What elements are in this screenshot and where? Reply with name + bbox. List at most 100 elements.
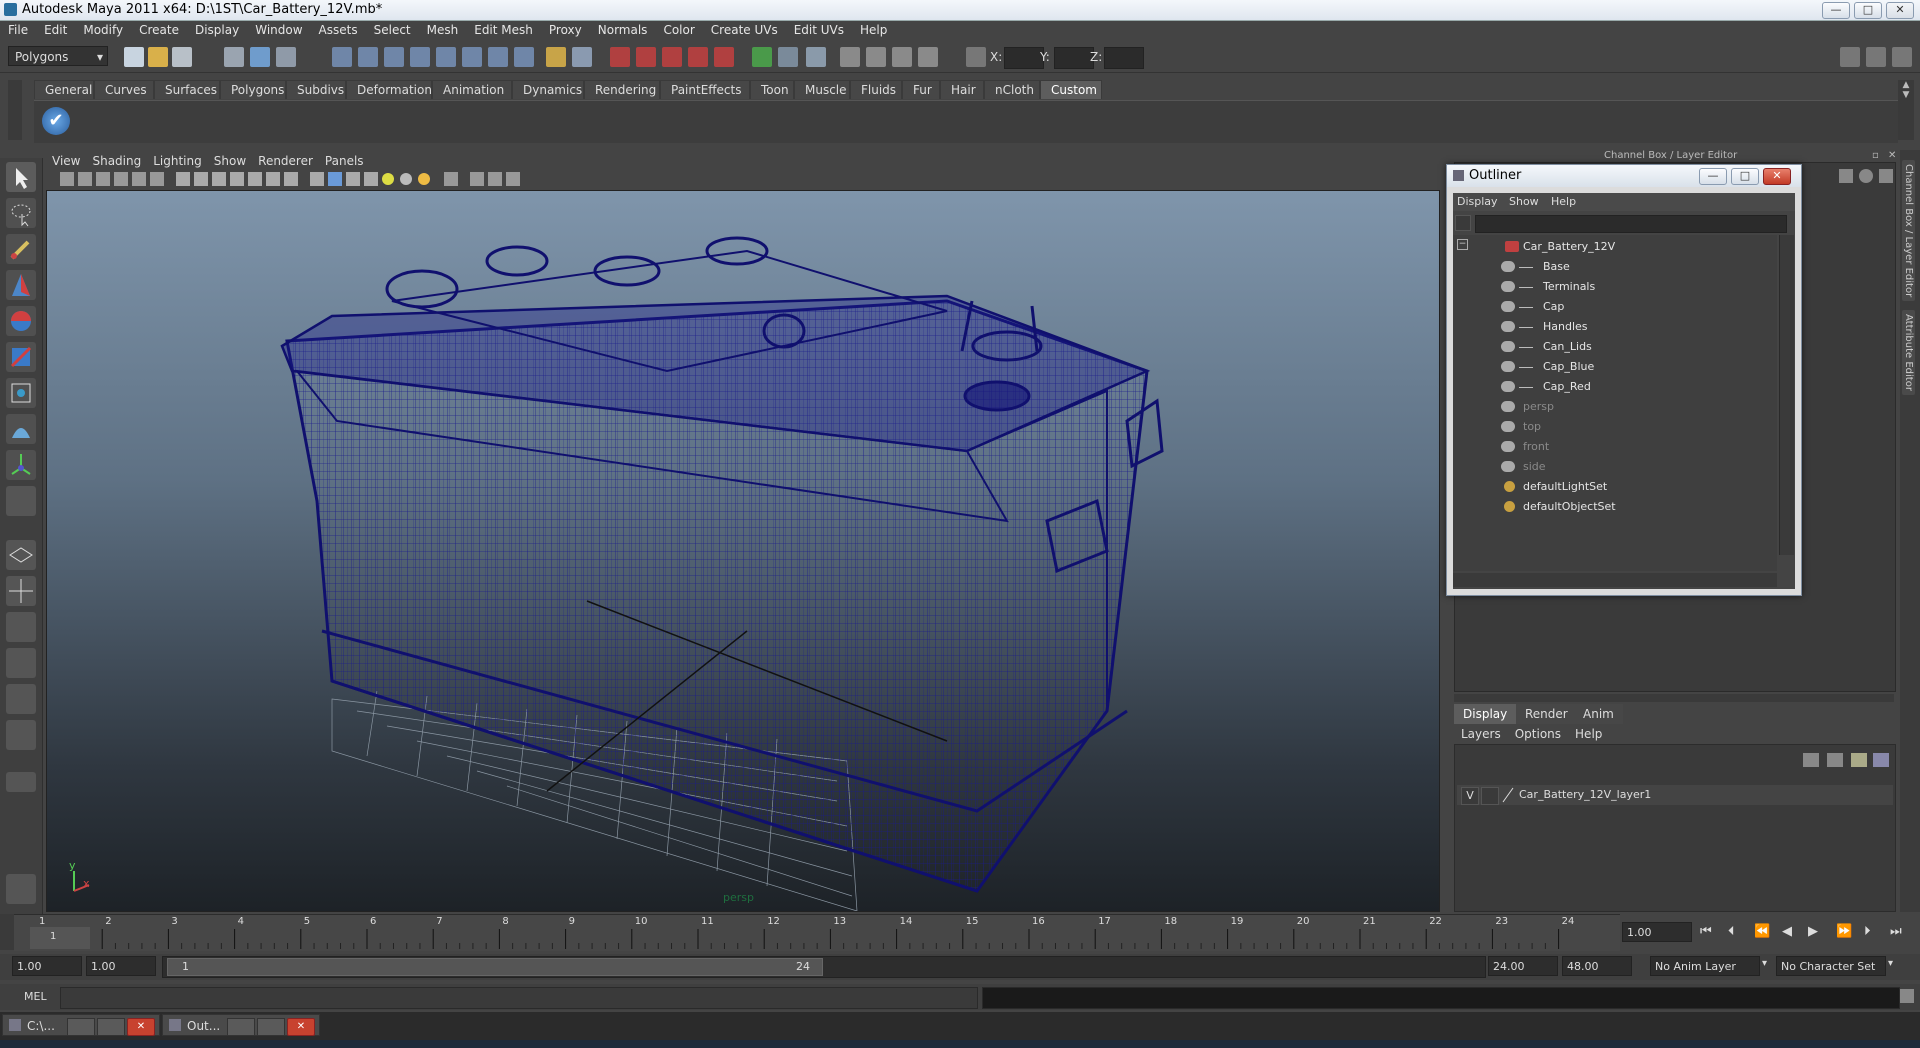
outliner-item[interactable]: Handles bbox=[1453, 317, 1773, 337]
menu-edit[interactable]: Edit bbox=[36, 21, 75, 37]
last-tool-icon[interactable] bbox=[6, 486, 36, 516]
viewport-menu-panels[interactable]: Panels bbox=[319, 152, 370, 170]
viewport-menu-lighting[interactable]: Lighting bbox=[147, 152, 208, 170]
outliner-item[interactable]: Base bbox=[1453, 257, 1773, 277]
command-language-label[interactable]: MEL bbox=[24, 990, 47, 1003]
menu-normals[interactable]: Normals bbox=[590, 21, 656, 37]
current-time-field[interactable]: 1.00 bbox=[1622, 922, 1692, 942]
render-history-icon[interactable] bbox=[714, 47, 734, 67]
curve-icon[interactable] bbox=[384, 47, 404, 67]
universal-manipulator-icon[interactable] bbox=[6, 378, 36, 408]
tab-curves[interactable]: Curves bbox=[94, 80, 154, 99]
menu-select[interactable]: Select bbox=[366, 21, 419, 37]
hypershade-icon[interactable] bbox=[866, 47, 886, 67]
smooth-shade-icon[interactable] bbox=[194, 172, 208, 186]
close-button[interactable]: ✕ bbox=[1886, 2, 1914, 19]
outliner-item[interactable]: top bbox=[1453, 417, 1773, 437]
tab-layer-render[interactable]: Render bbox=[1516, 704, 1577, 724]
tab-deformation[interactable]: Deformation bbox=[346, 80, 432, 99]
tab-subdivs[interactable]: Subdivs bbox=[286, 80, 346, 99]
expand-layouts-icon[interactable] bbox=[6, 772, 36, 792]
rotate-tool-icon[interactable] bbox=[6, 306, 36, 336]
camera-attributes-icon[interactable] bbox=[78, 172, 92, 186]
outliner-horizontal-scrollbar[interactable] bbox=[1453, 573, 1777, 587]
tab-general[interactable]: General bbox=[34, 80, 94, 99]
playback-end-field[interactable]: 24.00 bbox=[1488, 956, 1558, 976]
tab-fluids[interactable]: Fluids bbox=[850, 80, 902, 99]
single-perspective-layout-icon[interactable] bbox=[6, 540, 36, 570]
default-light-icon[interactable] bbox=[382, 173, 394, 185]
four-view-layout-icon[interactable] bbox=[6, 576, 36, 606]
curve-snap-icon[interactable] bbox=[462, 47, 482, 67]
outliner-item[interactable]: Car_Battery_12V bbox=[1453, 237, 1773, 257]
menu-assets[interactable]: Assets bbox=[311, 21, 366, 37]
graph-layout-icon[interactable] bbox=[6, 720, 36, 750]
minimized-window-2[interactable]: Out... ✕ bbox=[162, 1014, 320, 1036]
outliner-menu-display[interactable]: Display bbox=[1457, 195, 1498, 208]
tab-toon[interactable]: Toon bbox=[750, 80, 794, 99]
outliner-item[interactable]: Cap_Red bbox=[1453, 377, 1773, 397]
animation-start-field[interactable]: 1.00 bbox=[12, 956, 82, 976]
mask-icon[interactable] bbox=[332, 47, 352, 67]
viewport-menu-show[interactable]: Show bbox=[208, 152, 252, 170]
shelf-scroll[interactable]: ▲ ▼ bbox=[1898, 80, 1914, 140]
play-backwards-icon[interactable]: ◀ bbox=[1782, 924, 1792, 939]
outliner-menu-show[interactable]: Show bbox=[1509, 195, 1539, 208]
menu-create-uvs[interactable]: Create UVs bbox=[703, 21, 786, 37]
film-gate-icon[interactable] bbox=[150, 172, 164, 186]
input-ops-icon[interactable] bbox=[636, 47, 656, 67]
grid-toggle-icon[interactable] bbox=[132, 172, 146, 186]
range-slider-handle[interactable]: 1 24 bbox=[167, 958, 823, 976]
highlight-icon[interactable] bbox=[572, 47, 592, 67]
tab-polygons[interactable]: Polygons bbox=[220, 80, 286, 99]
step-back-key-icon[interactable]: ⏪ bbox=[1754, 924, 1770, 939]
all-lights-icon[interactable] bbox=[400, 173, 412, 185]
soft-modification-icon[interactable] bbox=[6, 414, 36, 444]
layer-attributes-icon[interactable] bbox=[1873, 753, 1889, 767]
history-icon[interactable] bbox=[610, 47, 630, 67]
minimized-window-1[interactable]: C:\... ✕ bbox=[2, 1014, 160, 1036]
viewport-menu-renderer[interactable]: Renderer bbox=[252, 152, 319, 170]
go-to-end-icon[interactable]: ⏭ bbox=[1890, 924, 1902, 939]
persp-graph-layout-icon[interactable] bbox=[6, 648, 36, 678]
restore-icon[interactable] bbox=[67, 1018, 95, 1036]
tab-dynamics[interactable]: Dynamics bbox=[512, 80, 584, 99]
grid-snap-icon[interactable] bbox=[436, 47, 456, 67]
outliner-vertical-scrollbar[interactable] bbox=[1779, 235, 1794, 555]
select-object-icon[interactable] bbox=[250, 47, 270, 67]
layer-menu-layers[interactable]: Layers bbox=[1454, 724, 1508, 744]
outliner-title-bar[interactable]: Outliner — □ ✕ bbox=[1447, 165, 1801, 187]
menu-display[interactable]: Display bbox=[187, 21, 247, 37]
selected-lights-icon[interactable] bbox=[418, 173, 430, 185]
bookmark-icon[interactable] bbox=[96, 172, 110, 186]
tab-fur[interactable]: Fur bbox=[902, 80, 940, 99]
layer-type-toggle[interactable] bbox=[1481, 787, 1499, 805]
outliner-item[interactable]: Can_Lids bbox=[1453, 337, 1773, 357]
help-icon[interactable] bbox=[514, 47, 534, 67]
outliner-item[interactable]: Cap bbox=[1453, 297, 1773, 317]
lasso-tool-icon[interactable] bbox=[6, 198, 36, 228]
perspective-viewport[interactable]: y x persp bbox=[46, 190, 1440, 912]
construction-icon[interactable] bbox=[688, 47, 708, 67]
tab-rendering[interactable]: Rendering bbox=[584, 80, 660, 99]
frame-all-icon[interactable] bbox=[470, 172, 484, 186]
flat-shade-icon[interactable] bbox=[346, 172, 360, 186]
mudbox-icon[interactable] bbox=[6, 874, 36, 904]
menu-set-dropdown[interactable]: Polygons ▾ bbox=[8, 46, 108, 66]
go-to-start-icon[interactable]: ⏮ bbox=[1700, 924, 1712, 939]
share-icon[interactable] bbox=[506, 172, 520, 186]
checkmark-shelf-icon[interactable]: ✔ bbox=[42, 107, 70, 135]
float-panel-icon[interactable]: ▫ bbox=[1872, 150, 1879, 161]
x-field[interactable] bbox=[1004, 47, 1044, 69]
move-tool-icon[interactable] bbox=[6, 270, 36, 300]
character-set-dropdown[interactable]: No Character Set bbox=[1776, 956, 1886, 976]
image-plane-icon[interactable] bbox=[114, 172, 128, 186]
channel-filter-icon[interactable] bbox=[1879, 169, 1893, 183]
layer-menu-help[interactable]: Help bbox=[1568, 724, 1609, 744]
outliner-item[interactable]: front bbox=[1453, 437, 1773, 457]
show-channel-box-icon[interactable] bbox=[1840, 47, 1860, 67]
menu-create[interactable]: Create bbox=[131, 21, 187, 37]
channel-mode-icon[interactable] bbox=[1859, 169, 1873, 183]
select-hierarchy-icon[interactable] bbox=[224, 47, 244, 67]
xray-icon[interactable] bbox=[230, 172, 244, 186]
